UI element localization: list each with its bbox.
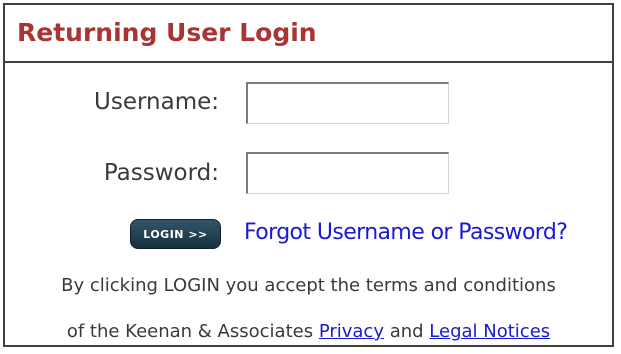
password-input[interactable] [246,152,449,194]
terms-text-prefix: of the Keenan & Associates [66,321,319,342]
password-label: Password: [103,160,219,186]
forgot-credentials-link[interactable]: Forgot Username or Password? [244,220,568,245]
login-title: Returning User Login [17,18,317,47]
login-box: Returning User Login Username: Password:… [3,3,614,347]
username-label: Username: [94,89,219,115]
login-header: Returning User Login [5,5,612,63]
terms-text-and: and [383,321,430,342]
privacy-link[interactable]: Privacy [319,321,384,342]
terms-text-line-2: of the Keenan & Associates Privacy and L… [5,321,612,342]
username-input[interactable] [246,82,449,124]
legal-notices-link[interactable]: Legal Notices [429,321,550,342]
terms-text-line-1: By clicking LOGIN you accept the terms a… [61,275,556,296]
login-button[interactable]: LOGIN >> [130,219,221,249]
